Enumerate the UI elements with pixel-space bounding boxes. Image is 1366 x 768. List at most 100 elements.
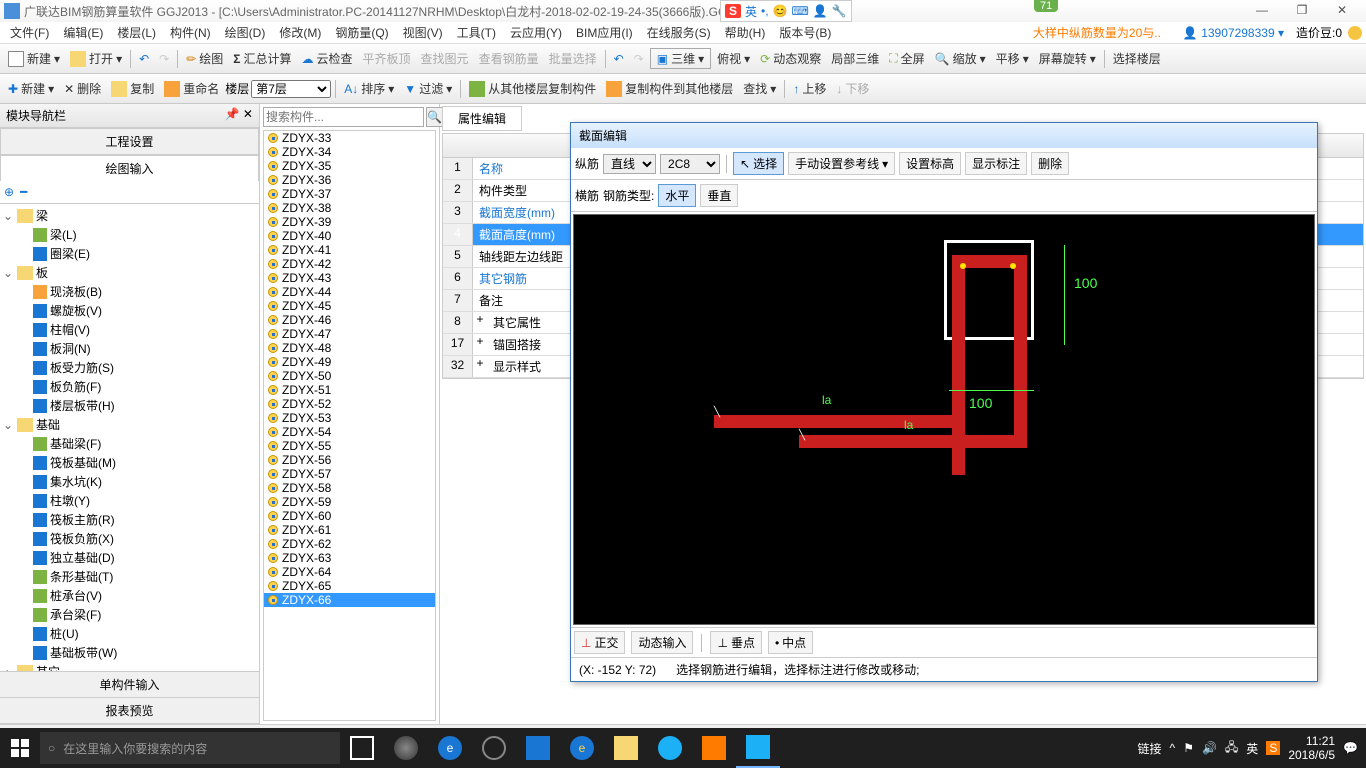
tree-slab-b[interactable]: 现浇板(B) — [2, 282, 257, 301]
taskview-button[interactable] — [340, 728, 384, 768]
tree-slab-f[interactable]: 板负筋(F) — [2, 377, 257, 396]
taskbar-search[interactable]: ○在这里输入你要搜索的内容 — [40, 732, 340, 764]
tree-beam[interactable]: ⌄梁 — [2, 206, 257, 225]
rebar-h1[interactable] — [714, 415, 964, 428]
menu-version[interactable]: 版本号(B) — [773, 22, 837, 43]
perp-button[interactable]: ⊥ 垂点 — [710, 631, 761, 654]
section-canvas[interactable]: 100 100 la la ╲ ╲ — [573, 214, 1315, 625]
find2-button[interactable]: 查找 ▾ — [739, 78, 780, 99]
spec-select[interactable]: 2C8 — [660, 154, 720, 174]
list-item[interactable]: ZDYX-62 — [264, 537, 435, 551]
app-orange[interactable] — [692, 728, 736, 768]
minimize-button[interactable]: — — [1242, 1, 1282, 21]
list-item[interactable]: ZDYX-66 — [264, 593, 435, 607]
menu-rebar[interactable]: 钢筋量(Q) — [329, 22, 394, 43]
list-item[interactable]: ZDYX-42 — [264, 257, 435, 271]
list-item[interactable]: ZDYX-38 — [264, 201, 435, 215]
menu-help[interactable]: 帮助(H) — [719, 22, 772, 43]
search-input[interactable] — [263, 107, 424, 127]
ime-wrench-icon[interactable]: 🔧 — [832, 4, 847, 18]
tree-slab-zm[interactable]: 柱帽(V) — [2, 320, 257, 339]
start-button[interactable] — [0, 728, 40, 768]
line-select[interactable]: 直线 — [603, 154, 656, 174]
tree-slab-n[interactable]: 板洞(N) — [2, 339, 257, 358]
copy-from-button[interactable]: 从其他楼层复制构件 — [465, 78, 600, 99]
3d-button[interactable]: ▣三维 ▾ — [650, 48, 711, 69]
tree-slab-s[interactable]: 板受力筋(S) — [2, 358, 257, 377]
list-item[interactable]: ZDYX-36 — [264, 173, 435, 187]
undo-button[interactable]: ↶ — [135, 50, 153, 68]
ime-keyboard-icon[interactable]: ⌨ — [792, 4, 809, 18]
redo2-button[interactable]: ↷ — [630, 50, 648, 68]
list-item[interactable]: ZDYX-56 — [264, 453, 435, 467]
system-tray[interactable]: 链接 ^ ⚑ 🔊 🖧 英 S 11:212018/6/5 💬 — [1130, 734, 1366, 762]
app-edge[interactable]: e — [428, 728, 472, 768]
down-button[interactable]: ↓下移 — [832, 78, 873, 99]
tray-sound-icon[interactable]: 🔊 — [1202, 741, 1217, 755]
select-button[interactable]: ↖ 选择 — [733, 152, 784, 175]
set-height-button[interactable]: 设置标高 — [899, 152, 961, 175]
tree-base-x[interactable]: 筏板负筋(X) — [2, 529, 257, 548]
tree-base-v2[interactable]: 桩承台(V) — [2, 586, 257, 605]
flat-button[interactable]: 平齐板顶 — [359, 48, 415, 69]
vertical-button[interactable]: 垂直 — [700, 184, 738, 207]
mid-button[interactable]: • 中点 — [768, 631, 813, 654]
rename-button[interactable]: 重命名 — [160, 78, 223, 99]
menu-bim[interactable]: BIM应用(I) — [570, 22, 639, 43]
delete-button[interactable]: ✕ 删除 — [60, 78, 105, 99]
tree-base[interactable]: ⌄基础 — [2, 415, 257, 434]
tree-base-w[interactable]: 基础板带(W) — [2, 643, 257, 662]
ortho-button[interactable]: ⊥正交 — [574, 631, 625, 654]
rebar-node1[interactable] — [960, 263, 966, 269]
tree-base-m[interactable]: 筏板基础(M) — [2, 453, 257, 472]
list-item[interactable]: ZDYX-41 — [264, 243, 435, 257]
component-list[interactable]: ZDYX-33ZDYX-34ZDYX-35ZDYX-36ZDYX-37ZDYX-… — [263, 130, 436, 721]
nav-single[interactable]: 单构件输入 — [0, 672, 259, 698]
tray-net-icon[interactable]: 🖧 — [1225, 738, 1238, 759]
tree-base-r[interactable]: 筏板主筋(R) — [2, 510, 257, 529]
sum-button[interactable]: Σ 汇总计算 — [229, 48, 295, 69]
pan-button[interactable]: 平移 ▾ — [992, 48, 1033, 69]
list-item[interactable]: ZDYX-46 — [264, 313, 435, 327]
view-steel-button[interactable]: 查看钢筋量 — [475, 48, 543, 69]
open-button[interactable]: 打开 ▾ — [66, 48, 126, 69]
app-explorer[interactable] — [604, 728, 648, 768]
list-item[interactable]: ZDYX-35 — [264, 159, 435, 173]
list-item[interactable]: ZDYX-44 — [264, 285, 435, 299]
menu-file[interactable]: 文件(F) — [4, 22, 55, 43]
tree-base-u[interactable]: 桩(U) — [2, 624, 257, 643]
list-item[interactable]: ZDYX-50 — [264, 369, 435, 383]
list-item[interactable]: ZDYX-60 — [264, 509, 435, 523]
tree-base-d[interactable]: 独立基础(D) — [2, 548, 257, 567]
tray-notif-icon[interactable]: 💬 — [1343, 741, 1358, 755]
menu-draw[interactable]: 绘图(D) — [219, 22, 272, 43]
rebar-vert-r[interactable] — [1014, 255, 1027, 445]
section-delete-button[interactable]: 删除 — [1031, 152, 1069, 175]
list-item[interactable]: ZDYX-47 — [264, 327, 435, 341]
new-button[interactable]: 新建 ▾ — [4, 48, 64, 69]
menu-modify[interactable]: 修改(M) — [273, 22, 327, 43]
list-item[interactable]: ZDYX-51 — [264, 383, 435, 397]
ime-lang[interactable]: 英 — [745, 3, 757, 20]
tray-sogou[interactable]: S — [1266, 741, 1280, 755]
tray-clock[interactable]: 11:212018/6/5 — [1288, 734, 1335, 762]
copy-to-button[interactable]: 复制构件到其他楼层 — [602, 78, 737, 99]
list-item[interactable]: ZDYX-49 — [264, 355, 435, 369]
ime-punct[interactable]: •, — [761, 4, 769, 18]
tree-slab-v[interactable]: 螺旋板(V) — [2, 301, 257, 320]
rebar-node2[interactable] — [1010, 263, 1016, 269]
list-item[interactable]: ZDYX-43 — [264, 271, 435, 285]
tree-beam-e[interactable]: 圈梁(E) — [2, 244, 257, 263]
select-floor-button[interactable]: 选择楼层 — [1109, 48, 1165, 69]
tree-slab[interactable]: ⌄板 — [2, 263, 257, 282]
list-item[interactable]: ZDYX-40 — [264, 229, 435, 243]
list-item[interactable]: ZDYX-54 — [264, 425, 435, 439]
local3d-button[interactable]: 局部三维 — [827, 48, 883, 69]
tab-draw[interactable]: 绘图输入 — [0, 155, 259, 181]
tree-slab-h[interactable]: 楼层板带(H) — [2, 396, 257, 415]
nav-pin-icon[interactable]: 📌 ✕ — [225, 107, 253, 124]
user-id[interactable]: 👤 13907298339 ▾ — [1183, 26, 1284, 40]
fullscreen-button[interactable]: ⛶全屏 — [885, 48, 928, 69]
prop-tab[interactable]: 属性编辑 — [442, 106, 522, 131]
app-ie[interactable]: e — [560, 728, 604, 768]
